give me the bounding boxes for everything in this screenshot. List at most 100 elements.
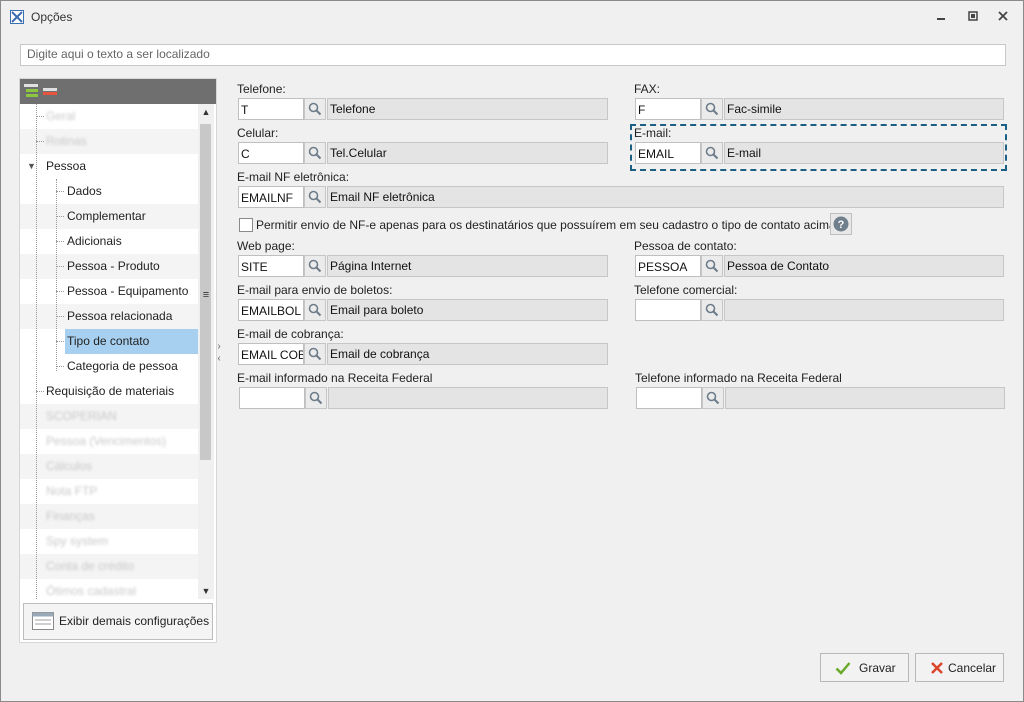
tree-item-categoria-de-pessoa[interactable]: Categoria de pessoa (67, 354, 178, 379)
tree-item-blurred[interactable]: Conta de crédito (46, 554, 134, 579)
email-boletos-description: Email para boleto (327, 299, 608, 321)
tree-item-pessoa-relacionada[interactable]: Pessoa relacionada (67, 304, 172, 329)
tree-item-pessoa-equipamento[interactable]: Pessoa - Equipamento (67, 279, 188, 304)
tree-item-blurred[interactable]: Cálculos (46, 454, 92, 479)
fax-description: Fac-simile (724, 98, 1004, 120)
scroll-down-arrow-icon[interactable]: ▼ (198, 583, 214, 599)
search-icon (705, 102, 719, 116)
telefone-comercial-lookup-button[interactable] (701, 299, 723, 321)
tree-toolbar (20, 79, 216, 104)
telefone-comercial-code-input[interactable] (635, 299, 701, 321)
help-icon: ? (833, 216, 849, 232)
fax-code-input[interactable]: F (635, 98, 701, 120)
email-code-input[interactable]: EMAIL (635, 142, 701, 164)
telefone-receita-code-input[interactable] (636, 387, 702, 409)
close-icon (998, 11, 1008, 21)
tree-connector (56, 366, 64, 367)
tree-item-blurred[interactable]: Nota FTP (46, 479, 97, 504)
celular-lookup-button[interactable] (304, 142, 326, 164)
email-receita-description (328, 387, 608, 409)
chevron-down-icon[interactable]: ▼ (27, 154, 36, 179)
email-receita-code-input[interactable] (239, 387, 305, 409)
tree-item-pessoa-produto[interactable]: Pessoa - Produto (67, 254, 160, 279)
web-page-label: Web page: (237, 239, 295, 253)
tree-item-blurred[interactable]: SCOPERIAN (46, 404, 117, 429)
search-icon (308, 259, 322, 273)
telefone-label: Telefone: (237, 82, 286, 96)
tree-item-pessoa[interactable]: Pessoa (46, 154, 86, 179)
minimize-button[interactable] (932, 9, 950, 25)
collapse-all-icon[interactable] (42, 83, 58, 99)
email-label: E-mail: (634, 126, 672, 140)
checkmark-icon (835, 662, 851, 675)
minimize-icon (937, 18, 945, 20)
telefone-code-input[interactable]: T (238, 98, 304, 120)
tree-connector (56, 341, 64, 342)
email-lookup-button[interactable] (701, 142, 723, 164)
show-more-settings-button[interactable]: Exibir demais configurações (23, 603, 213, 640)
search-icon (309, 391, 323, 405)
scroll-up-arrow-icon[interactable]: ▲ (198, 104, 214, 120)
tree-item-tipo-de-contato[interactable]: Tipo de contato (65, 329, 198, 354)
cancelar-label: Cancelar (948, 661, 997, 675)
gravar-button[interactable]: Gravar (820, 653, 909, 682)
email-nf-code-input[interactable]: EMAILNF (238, 186, 304, 208)
telefone-receita-lookup-button[interactable] (702, 387, 724, 409)
celular-description: Tel.Celular (327, 142, 608, 164)
tree-item-complementar[interactable]: Complementar (67, 204, 146, 229)
tree-item-blurred[interactable]: Pessoa (Vencimentos) (46, 429, 166, 454)
tree-connector (36, 391, 44, 392)
tree-item-rotinas[interactable]: Rotinas (46, 129, 87, 154)
tree-connector (56, 291, 64, 292)
web-page-code-input[interactable]: SITE (238, 255, 304, 277)
tree-scrollbar[interactable]: ▲ ≡ ▼ (198, 104, 214, 599)
email-boletos-lookup-button[interactable] (304, 299, 326, 321)
tree-item-adicionais[interactable]: Adicionais (67, 229, 122, 254)
email-cobranca-lookup-button[interactable] (304, 343, 326, 365)
pessoa-contato-lookup-button[interactable] (701, 255, 723, 277)
permitir-nfe-checkbox[interactable] (239, 218, 253, 232)
tree-connector (56, 241, 64, 242)
tree-item-blurred[interactable]: Spy system (46, 529, 108, 554)
tree-connector (56, 216, 64, 217)
email-description: E-mail (724, 142, 1004, 164)
close-window-button[interactable] (994, 9, 1012, 25)
tree-item-blurred[interactable]: Finanças (46, 504, 95, 529)
web-page-lookup-button[interactable] (304, 255, 326, 277)
fax-label: FAX: (634, 82, 661, 96)
celular-code-input[interactable]: C (238, 142, 304, 164)
show-more-settings-label: Exibir demais configurações (59, 614, 210, 628)
tree-item-geral[interactable]: Geral (46, 104, 75, 129)
expand-all-icon[interactable] (23, 83, 39, 99)
cancelar-button[interactable]: Cancelar (915, 653, 1004, 682)
cancel-x-icon (931, 662, 943, 674)
search-icon (308, 303, 322, 317)
tree-item-blurred[interactable]: Ótimos cadastral (46, 579, 136, 599)
email-nf-description: Email NF eletrônica (327, 186, 1004, 208)
email-boletos-code-input[interactable]: EMAILBOL (238, 299, 304, 321)
email-cobranca-code-input[interactable]: EMAIL COBR (238, 343, 304, 365)
search-input[interactable] (21, 45, 1003, 63)
tree-item-dados[interactable]: Dados (67, 179, 102, 204)
telefone-receita-description (725, 387, 1005, 409)
app-logo-icon (10, 10, 24, 24)
email-receita-lookup-button[interactable] (305, 387, 327, 409)
settings-tree-panel: Geral Rotinas ▼ Pessoa Dados Complementa… (19, 78, 217, 643)
window-title: Opções (31, 10, 73, 24)
search-icon (308, 146, 322, 160)
search-box[interactable] (20, 44, 1006, 66)
email-cobranca-label: E-mail de cobrança: (237, 327, 344, 341)
tree-item-requisicao-materiais[interactable]: Requisição de materiais (46, 379, 174, 404)
panel-splitter[interactable]: › ‹ (215, 341, 223, 377)
help-button[interactable]: ? (830, 213, 852, 235)
maximize-button[interactable] (964, 9, 982, 25)
email-cobranca-description: Email de cobrança (327, 343, 608, 365)
telefone-lookup-button[interactable] (304, 98, 326, 120)
pessoa-contato-code-input[interactable]: PESSOA (635, 255, 701, 277)
celular-label: Celular: (237, 126, 279, 140)
email-nf-label: E-mail NF eletrônica: (237, 170, 350, 184)
search-icon (308, 102, 322, 116)
web-page-description: Página Internet (327, 255, 608, 277)
email-nf-lookup-button[interactable] (304, 186, 326, 208)
fax-lookup-button[interactable] (701, 98, 723, 120)
